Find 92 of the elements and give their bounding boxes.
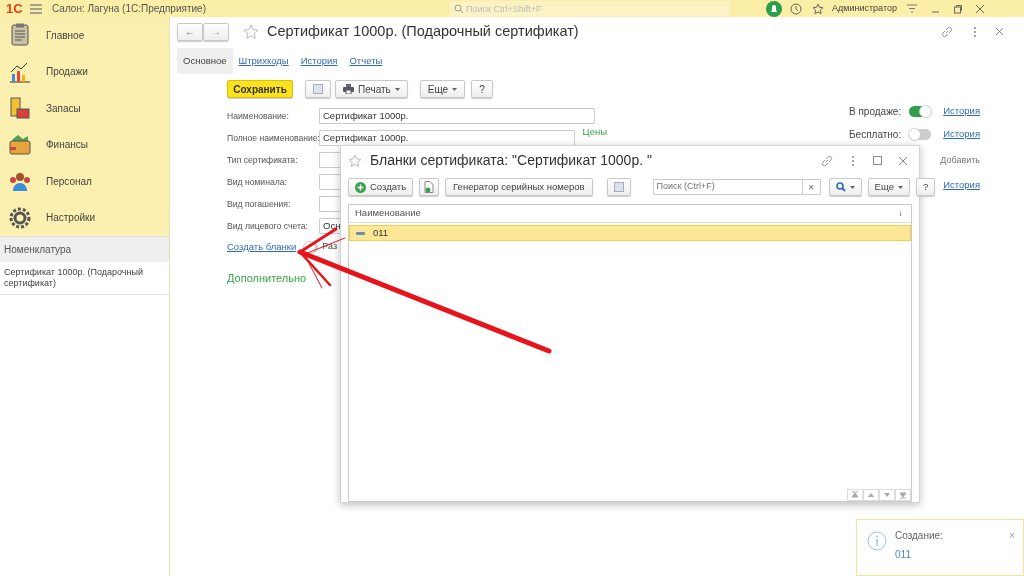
panel-item[interactable]: Сертификат 1000р. (Подарочный сертификат): [0, 262, 169, 295]
form-tab[interactable]: Основное: [177, 47, 233, 74]
plus-circle-icon: [355, 181, 366, 193]
user-name[interactable]: Администратор: [832, 1, 897, 16]
more-button[interactable]: Еще: [867, 178, 910, 196]
field-label: Полное наименование:: [227, 131, 319, 145]
search-icon: [835, 182, 846, 192]
input-field[interactable]: Сертификат 1000р.: [319, 130, 575, 146]
flag-label: В продаже:: [849, 105, 902, 119]
clear-button[interactable]: ×: [801, 179, 820, 195]
gear-icon: [8, 205, 32, 230]
logo[interactable]: 1С: [0, 0, 30, 19]
copy-button[interactable]: [419, 178, 440, 196]
toggle-switch[interactable]: [909, 129, 932, 140]
link-icon[interactable]: [821, 154, 833, 167]
sort-indicator: ↓: [898, 206, 903, 221]
filter-icon[interactable]: [906, 4, 917, 13]
section-heading: Дополнительно: [227, 271, 308, 287]
clipboard-icon: [8, 23, 32, 48]
toggle-switch[interactable]: [304, 241, 319, 253]
flag-label: Бесплатно:: [849, 128, 902, 142]
toggle-label: Раз: [322, 240, 338, 254]
form-tab[interactable]: История: [294, 47, 344, 74]
form-tab[interactable]: Отчеты: [343, 47, 389, 74]
section-item[interactable]: Финансы: [0, 126, 169, 163]
history-icon[interactable]: [790, 2, 802, 15]
save-button[interactable]: Сохранить: [227, 80, 293, 98]
dialog-title: Бланки сертификата: "Сертификат 1000р. ": [370, 151, 653, 170]
print-button[interactable]: Печать: [335, 80, 408, 98]
section-item[interactable]: Персонал: [0, 163, 169, 200]
section-item[interactable]: Главное: [0, 17, 169, 54]
field-label: Вид номинала:: [227, 175, 288, 189]
form-tab[interactable]: Штрихкоды: [232, 47, 295, 74]
more-button[interactable]: Еще: [419, 80, 466, 98]
toggle-switch[interactable]: [909, 106, 932, 117]
history-link[interactable]: История: [943, 177, 981, 192]
more-icon[interactable]: [973, 25, 977, 38]
more-icon[interactable]: [851, 154, 855, 167]
document-icon: [424, 181, 435, 193]
field-label: Вид погашения:: [227, 197, 292, 211]
star-icon[interactable]: [812, 2, 824, 15]
table-row[interactable]: 011: [349, 225, 911, 241]
search-field[interactable]: Поиск Ctrl+Shift+F: [450, 1, 730, 17]
notification-link[interactable]: 011: [895, 547, 1002, 562]
panel-title: Номенклатура: [0, 236, 169, 262]
field-label: Наименование:: [227, 109, 290, 123]
field-label: Вид лицевого счета:: [227, 219, 309, 233]
list-button[interactable]: [305, 80, 331, 98]
search-field[interactable]: Поиск (Ctrl+F) ×: [652, 179, 821, 195]
info-icon: [867, 531, 887, 551]
caret-icon: [394, 87, 400, 91]
history-link[interactable]: История: [943, 104, 981, 119]
star-icon[interactable]: [243, 23, 259, 40]
close-icon[interactable]: [995, 27, 1004, 37]
history-link[interactable]: История: [943, 127, 981, 142]
help-button[interactable]: ?: [915, 178, 936, 196]
notification-title: Создание:: [895, 529, 944, 543]
find-button[interactable]: [828, 178, 862, 196]
create-button[interactable]: Создать: [348, 178, 414, 196]
caret-icon: [849, 185, 855, 189]
square-icon: [613, 182, 624, 192]
prices-link[interactable]: Цены: [582, 127, 607, 137]
menu-icon[interactable]: [30, 3, 42, 14]
close-icon[interactable]: [974, 3, 985, 14]
app-title: Салон: Лагуна (1С:Предприятие): [52, 2, 207, 16]
scroll-top-icon[interactable]: [850, 490, 860, 500]
create-blanks-link[interactable]: Создать бланки: [227, 240, 297, 255]
dash-icon: [356, 231, 365, 235]
list-button[interactable]: [606, 178, 631, 196]
printer-icon: [343, 84, 354, 94]
square-icon: [313, 84, 323, 94]
maximize-icon[interactable]: [873, 156, 882, 165]
input-field[interactable]: Сертификат 1000р.: [319, 108, 595, 124]
help-button[interactable]: ?: [471, 80, 493, 98]
back-button[interactable]: ←: [177, 22, 203, 41]
form-title: Сертификат 1000р. (Подарочный сертификат): [267, 22, 580, 41]
close-icon[interactable]: [898, 155, 908, 166]
link-icon[interactable]: [941, 25, 953, 38]
caret-icon: [452, 87, 458, 91]
section-item[interactable]: Продажи: [0, 53, 169, 90]
section-item[interactable]: Запасы: [0, 90, 169, 127]
wallet-icon: [8, 132, 32, 157]
scroll-bottom-icon[interactable]: [898, 490, 908, 500]
generator-button[interactable]: Генератор серийных номеров: [445, 178, 593, 196]
field-label: Тип сертификата:: [227, 153, 299, 167]
column-header: Наименование: [355, 206, 421, 221]
caret-icon: [897, 185, 903, 189]
star-icon[interactable]: [348, 153, 362, 168]
section-item[interactable]: Настройки: [0, 199, 169, 236]
restore-icon[interactable]: [952, 3, 963, 14]
bell-icon[interactable]: [766, 0, 782, 17]
add-link[interactable]: Добавить: [940, 154, 981, 168]
